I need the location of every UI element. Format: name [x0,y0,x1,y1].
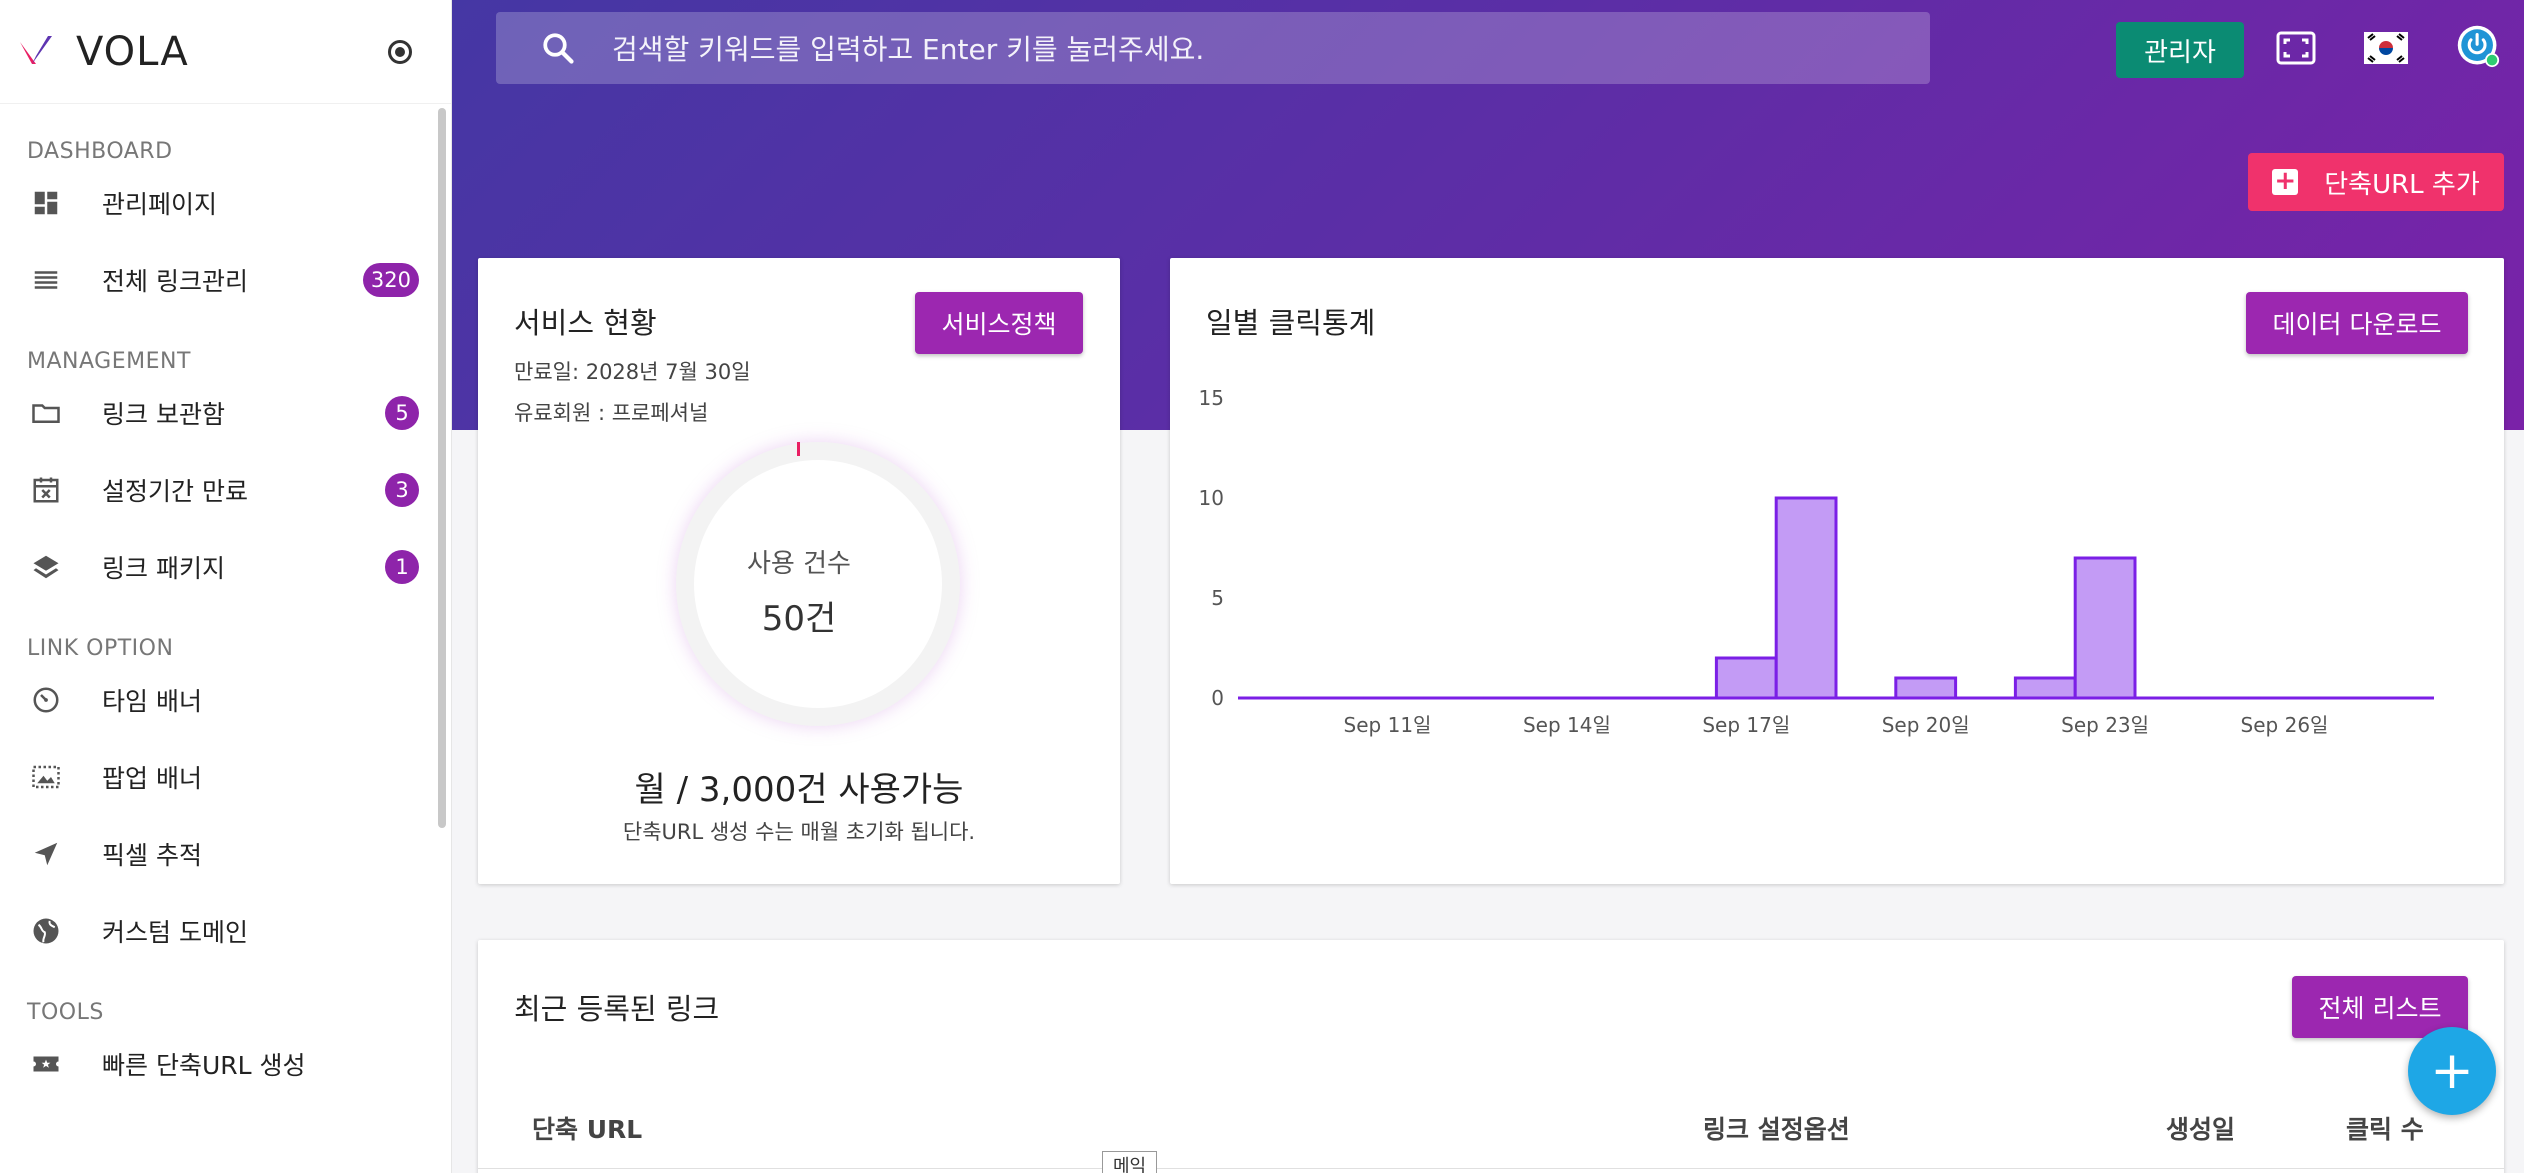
vola-logo-icon [20,35,52,64]
x-tick-label: Sep 20일 [1882,713,1970,737]
chart-bar [1774,496,1838,700]
sidebar-item-0-0[interactable]: 관리페이지 [0,164,451,241]
daily-click-stats-card: 일별 클릭통계 데이터 다운로드 0 5 10 15 Sep 11일 Sep 14일 Sep… [1170,258,2504,884]
expiry-date: 만료일: 2028년 7월 30일 [514,360,751,384]
sidebar-item-2-1[interactable]: 팝업 배너 [0,738,451,815]
usage-value: 50건 [761,599,837,639]
chart-bar [1714,656,1778,700]
sidebar-item-label: 팝업 배너 [102,763,202,793]
usage-ring [676,442,960,726]
chart-bar [1894,676,1958,700]
image-icon [30,761,62,793]
x-tick-label: Sep 26일 [2241,713,2329,737]
add-short-url-label: 단축URL 추가 [2324,169,2480,200]
section-title-tools: TOOLS [27,1000,104,1025]
korea-flag-icon[interactable] [2364,26,2408,70]
user-avatar-icon[interactable] [2456,24,2500,68]
sidebar-item-3-0[interactable]: 빠른 단축URL 생성 [0,1025,451,1102]
usage-progress-indicator [797,442,800,456]
sidebar-item-label: 픽셀 추적 [102,840,202,870]
sidebar-item-label: 링크 패키지 [102,553,225,583]
add-short-url-button[interactable]: + 단축URL 추가 [2248,153,2504,211]
layers-icon [30,551,62,583]
timer-icon [30,684,62,716]
recent-links-title: 최근 등록된 링크 [514,992,720,1026]
sidebar-item-0-1[interactable]: 전체 링크관리 320 [0,241,451,318]
quota-note: 단축URL 생성 수는 매월 초기화 됩니다. [622,820,976,844]
table-divider [478,1168,2504,1169]
list-icon [30,264,62,296]
sidebar-item-2-2[interactable]: 픽셀 추적 [0,815,451,892]
sidebar-item-label: 전체 링크관리 [102,266,248,296]
sidebar-item-label: 관리페이지 [102,189,218,219]
count-badge: 320 [362,263,419,297]
service-status-title: 서비스 현황 [514,306,657,340]
ticket-icon [30,1048,62,1080]
search-placeholder: 검색할 키워드를 입력하고 Enter 키를 눌러주세요. [612,33,1205,66]
recent-links-card: 최근 등록된 링크 전체 리스트 단축 URL 링크 설정옵션 생성일 클릭 수 [478,940,2504,1173]
search-icon [543,33,574,64]
brand-name: VOLA [76,28,189,75]
add-fab-button[interactable]: + [2408,1027,2496,1115]
daily-click-chart: 0 5 10 15 Sep 11일 Sep 14일 Sep 17일 Sep 20일 Sep 23… [1199,386,2434,737]
sidebar-toggle-icon[interactable] [388,40,412,64]
brand: VOLA [0,0,451,104]
monthly-quota: 월 / 3,000건 사용가능 [634,770,964,810]
count-badge: 5 [385,396,419,430]
service-policy-button[interactable]: 서비스정책 [915,292,1083,354]
y-tick-label: 0 [1211,686,1224,710]
plus-box-icon: + [2272,168,2299,195]
column-link-options[interactable]: 링크 설정옵션 [1703,1110,1850,1146]
fullscreen-icon[interactable] [2274,26,2318,70]
sidebar-item-label: 설정기간 만료 [102,476,248,506]
section-title-link-option: LINK OPTION [27,636,174,661]
x-tick-label: Sep 23일 [2061,713,2149,737]
tooltip: 메익 [1102,1151,1157,1173]
sidebar-item-label: 링크 보관함 [102,399,225,429]
sidebar-item-label: 커스텀 도메인 [102,917,248,947]
y-tick-label: 5 [1211,586,1224,610]
service-status-card: 서비스 현황 서비스정책 만료일: 2028년 7월 30일 유료회원 : 프로… [478,258,1120,884]
sidebar: VOLA DASHBOARD 관리페이지 전체 링크관리 320 MANAGEMENT 링… [0,0,452,1173]
calendar-x-icon [30,474,62,506]
globe-icon [30,915,62,947]
count-badge: 1 [385,550,419,584]
sidebar-nav: DASHBOARD 관리페이지 전체 링크관리 320 MANAGEMENT 링크 보관함… [0,104,451,1102]
dashboard-icon [30,187,62,219]
sidebar-item-2-3[interactable]: 커스텀 도메인 [0,892,451,969]
chart-bar [2073,556,2137,700]
y-tick-label: 10 [1199,486,1224,510]
column-click-count[interactable]: 클릭 수 [2346,1110,2424,1146]
daily-click-stats-title: 일별 클릭통계 [1206,306,1376,340]
sidebar-item-1-1[interactable]: 설정기간 만료 3 [0,451,451,528]
sidebar-item-label: 빠른 단축URL 생성 [102,1050,306,1080]
column-short-url[interactable]: 단축 URL [532,1110,642,1146]
plus-icon: + [2430,1041,2474,1101]
sidebar-item-2-0[interactable]: 타임 배너 [0,661,451,738]
count-badge: 3 [385,473,419,507]
sidebar-item-label: 타임 배너 [102,686,202,716]
sidebar-item-1-0[interactable]: 링크 보관함 5 [0,374,451,451]
section-title-dashboard: DASHBOARD [27,139,173,164]
x-tick-label: Sep 11일 [1344,713,1432,737]
x-tick-label: Sep 14일 [1523,713,1611,737]
column-created-date[interactable]: 생성일 [2166,1110,2235,1146]
section-title-management: MANAGEMENT [27,349,191,374]
y-tick-label: 15 [1199,386,1224,410]
chart-bar [2013,676,2077,700]
member-grade: 유료회원 : 프로페셔널 [514,401,709,425]
navigation-icon [30,838,62,870]
admin-button[interactable]: 관리자 [2116,22,2244,78]
data-download-button[interactable]: 데이터 다운로드 [2246,292,2468,354]
folder-icon [30,397,62,429]
search-input[interactable]: 검색할 키워드를 입력하고 Enter 키를 눌러주세요. [496,12,1930,84]
x-tick-label: Sep 17일 [1702,713,1790,737]
sidebar-item-1-2[interactable]: 링크 패키지 1 [0,528,451,605]
usage-label: 사용 건수 [747,549,851,579]
